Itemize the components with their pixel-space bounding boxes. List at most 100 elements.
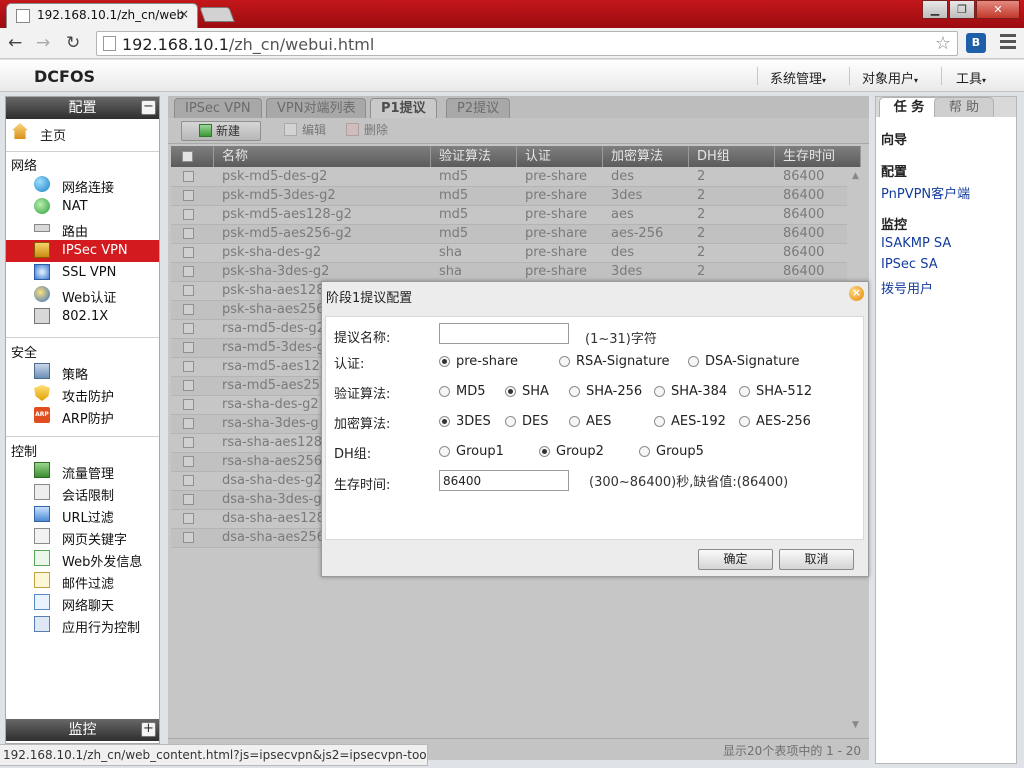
row-checkbox[interactable] bbox=[183, 532, 194, 543]
row-checkbox[interactable] bbox=[183, 190, 194, 201]
table-row[interactable]: psk-sha-3des-g2 sha pre-share 3des 2 86400 bbox=[171, 263, 847, 282]
row-checkbox[interactable] bbox=[183, 513, 194, 524]
column-header-encryption[interactable]: 加密算法 bbox=[603, 146, 689, 167]
radio-dot[interactable] bbox=[559, 356, 570, 367]
table-row[interactable]: psk-md5-aes128-g2 md5 pre-share aes 2 86400 bbox=[171, 206, 847, 225]
tab-ipsec-vpn[interactable]: IPSec VPN bbox=[174, 98, 262, 118]
extension-icon[interactable]: B bbox=[966, 33, 986, 53]
ok-button[interactable]: 确定 bbox=[698, 549, 773, 570]
sidebar-item-keyword[interactable]: 网页关键字 bbox=[6, 526, 159, 548]
tab-help[interactable]: 帮 助 bbox=[934, 97, 994, 117]
column-header-name[interactable]: 名称 bbox=[214, 146, 431, 167]
close-tab-icon[interactable]: × bbox=[179, 7, 189, 21]
cancel-button[interactable]: 取消 bbox=[779, 549, 854, 570]
sidebar-item-arp-defense[interactable]: ARP ARP防护 bbox=[6, 405, 159, 427]
radio-dot[interactable] bbox=[739, 386, 750, 397]
sidebar-item-session-limit[interactable]: 会话限制 bbox=[6, 482, 159, 504]
proposal-name-input[interactable] bbox=[439, 323, 569, 344]
sidebar-item-app-control[interactable]: 应用行为控制 bbox=[6, 614, 159, 636]
close-icon[interactable]: × bbox=[849, 286, 864, 301]
menu-objects[interactable]: 对象用户▾ bbox=[862, 68, 918, 87]
minimize-icon[interactable]: ▁ bbox=[922, 0, 948, 19]
section-title-wizard[interactable]: 向导 bbox=[881, 129, 907, 148]
sidebar-item-traffic[interactable]: 流量管理 bbox=[6, 460, 159, 482]
menu-system[interactable]: 系统管理▾ bbox=[770, 68, 826, 87]
table-row[interactable]: psk-sha-des-g2 sha pre-share des 2 86400 bbox=[171, 244, 847, 263]
row-checkbox[interactable] bbox=[183, 304, 194, 315]
row-checkbox[interactable] bbox=[183, 342, 194, 353]
scroll-up-icon[interactable]: ▲ bbox=[852, 171, 859, 181]
sidebar-item-8021x[interactable]: 802.1X bbox=[6, 306, 159, 328]
radio-dot[interactable] bbox=[505, 416, 516, 427]
bookmark-star-icon[interactable]: ☆ bbox=[935, 33, 951, 54]
row-checkbox[interactable] bbox=[183, 266, 194, 277]
column-header-lifetime[interactable]: 生存时间 bbox=[775, 146, 861, 167]
browser-menu-icon[interactable] bbox=[1000, 34, 1016, 52]
radio-dot[interactable] bbox=[569, 386, 580, 397]
sidebar-item-web-post[interactable]: Web外发信息 bbox=[6, 548, 159, 570]
radio-dot[interactable] bbox=[439, 356, 450, 367]
new-button[interactable]: 新建 bbox=[181, 121, 261, 141]
new-tab-button[interactable] bbox=[199, 7, 235, 22]
radio-dot[interactable] bbox=[439, 446, 450, 457]
sidebar-item-network-connection[interactable]: 网络连接 bbox=[6, 174, 159, 196]
browser-tab[interactable]: 192.168.10.1/zh_cn/web × bbox=[6, 3, 198, 28]
address-url[interactable]: 192.168.10.1/zh_cn/webui.html bbox=[122, 35, 374, 54]
tab-vpn-peers[interactable]: VPN对端列表 bbox=[266, 98, 367, 118]
radio-dot[interactable] bbox=[639, 446, 650, 457]
tab-p2-proposal[interactable]: P2提议 bbox=[446, 98, 511, 118]
lifetime-input[interactable] bbox=[439, 470, 569, 491]
radio-dot[interactable] bbox=[654, 416, 665, 427]
table-row[interactable]: psk-md5-des-g2 md5 pre-share des 2 86400 bbox=[171, 168, 847, 187]
link-dialup-users[interactable]: 拨号用户 bbox=[881, 278, 933, 297]
radio-dot[interactable] bbox=[439, 416, 450, 427]
row-checkbox[interactable] bbox=[183, 494, 194, 505]
select-all-checkbox[interactable] bbox=[182, 151, 193, 162]
row-checkbox[interactable] bbox=[183, 228, 194, 239]
row-checkbox[interactable] bbox=[183, 209, 194, 220]
sidebar-item-nat[interactable]: NAT bbox=[6, 196, 159, 218]
row-checkbox[interactable] bbox=[183, 399, 194, 410]
expand-icon[interactable]: + bbox=[141, 722, 156, 737]
radio-dot[interactable] bbox=[539, 446, 550, 457]
table-row[interactable]: psk-md5-aes256-g2 md5 pre-share aes-256 2 864… bbox=[171, 225, 847, 244]
sidebar-item-policy[interactable]: 策略 bbox=[6, 361, 159, 383]
menu-tools[interactable]: 工具▾ bbox=[956, 68, 986, 87]
window-close-icon[interactable]: ✕ bbox=[976, 0, 1020, 19]
table-row[interactable]: psk-md5-3des-g2 md5 pre-share 3des 2 86400 bbox=[171, 187, 847, 206]
row-checkbox[interactable] bbox=[183, 437, 194, 448]
link-ipsec-sa[interactable]: IPSec SA bbox=[881, 257, 938, 272]
scroll-down-icon[interactable]: ▼ bbox=[852, 720, 859, 730]
monitor-panel-header[interactable]: 监控 + bbox=[6, 719, 159, 741]
sidebar-item-attack-defense[interactable]: 攻击防护 bbox=[6, 383, 159, 405]
column-header-hash[interactable]: 验证算法 bbox=[431, 146, 517, 167]
maximize-icon[interactable]: ❐ bbox=[949, 0, 975, 19]
row-checkbox[interactable] bbox=[183, 475, 194, 486]
reload-icon[interactable]: ↻ bbox=[66, 33, 80, 53]
link-pnpvpn-client[interactable]: PnPVPN客户端 bbox=[881, 183, 970, 202]
sidebar-item-chat[interactable]: 网络聊天 bbox=[6, 592, 159, 614]
row-checkbox[interactable] bbox=[183, 418, 194, 429]
tab-tasks[interactable]: 任 务 bbox=[879, 97, 939, 117]
sidebar-item-web-auth[interactable]: Web认证 bbox=[6, 284, 159, 306]
delete-button[interactable]: 删除 bbox=[346, 121, 388, 141]
sidebar-item-ipsec-vpn[interactable]: IPSec VPN bbox=[6, 240, 159, 262]
radio-dot[interactable] bbox=[654, 386, 665, 397]
sidebar-item-home[interactable]: 主页 bbox=[10, 121, 156, 145]
tab-p1-proposal[interactable]: P1提议 bbox=[370, 98, 437, 118]
radio-dot[interactable] bbox=[505, 386, 516, 397]
radio-dot[interactable] bbox=[739, 416, 750, 427]
sidebar-item-url-filter[interactable]: URL过滤 bbox=[6, 504, 159, 526]
address-bar[interactable]: 192.168.10.1/zh_cn/webui.html ☆ bbox=[96, 31, 958, 56]
sidebar-item-mail-filter[interactable]: 邮件过滤 bbox=[6, 570, 159, 592]
config-panel-header[interactable]: 配置 − bbox=[6, 97, 159, 119]
row-checkbox[interactable] bbox=[183, 171, 194, 182]
edit-button[interactable]: 编辑 bbox=[284, 121, 326, 141]
radio-dot[interactable] bbox=[569, 416, 580, 427]
row-checkbox[interactable] bbox=[183, 285, 194, 296]
link-isakmp-sa[interactable]: ISAKMP SA bbox=[881, 236, 951, 251]
row-checkbox[interactable] bbox=[183, 380, 194, 391]
collapse-icon[interactable]: − bbox=[141, 100, 156, 115]
row-checkbox[interactable] bbox=[183, 456, 194, 467]
radio-dot[interactable] bbox=[439, 386, 450, 397]
